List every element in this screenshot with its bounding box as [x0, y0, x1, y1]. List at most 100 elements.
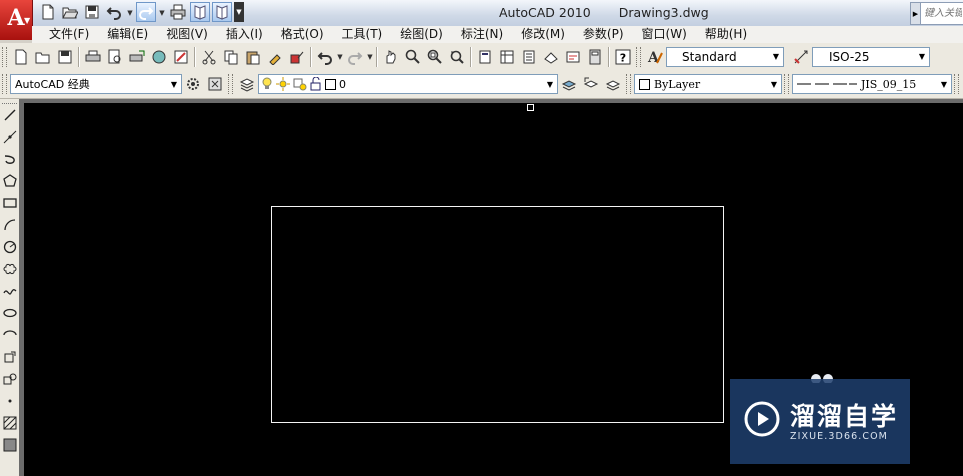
document-name: Drawing3.dwg	[618, 5, 709, 20]
sheet-set-manager-icon[interactable]	[540, 46, 562, 68]
properties-icon[interactable]	[474, 46, 496, 68]
publish-icon[interactable]	[126, 46, 148, 68]
ellipse-icon[interactable]	[0, 302, 19, 324]
dimension-style-icon[interactable]	[790, 46, 812, 68]
undo-icon[interactable]	[104, 2, 124, 22]
menu-help[interactable]: 帮助(H)	[696, 26, 756, 43]
chevron-down-icon: ▼	[170, 79, 178, 89]
save-icon[interactable]	[54, 46, 76, 68]
toolbar-grip[interactable]	[2, 46, 7, 67]
spline-icon[interactable]	[0, 280, 19, 302]
menu-parametric[interactable]: 参数(P)	[574, 26, 633, 43]
save-icon[interactable]	[82, 2, 102, 22]
menu-insert[interactable]: 插入(I)	[217, 26, 272, 43]
workspace-settings-icon[interactable]	[182, 73, 204, 95]
toolbar-grip[interactable]	[954, 74, 959, 94]
workspace-select[interactable]: AutoCAD 经典 ▼	[10, 74, 182, 94]
point-icon[interactable]	[0, 390, 19, 412]
line-icon[interactable]	[0, 104, 19, 126]
undo-icon[interactable]	[314, 46, 336, 68]
match-properties-icon[interactable]	[264, 46, 286, 68]
zoom-window-icon[interactable]	[424, 46, 446, 68]
layer-states-icon[interactable]	[602, 73, 624, 95]
circle-icon[interactable]	[0, 236, 19, 258]
redo-icon[interactable]	[136, 2, 156, 22]
sheet-set-2-icon[interactable]	[212, 2, 232, 22]
cut-icon[interactable]	[198, 46, 220, 68]
application-menu-button[interactable]: A ▼	[0, 0, 33, 40]
dimension-style-value: ISO-25	[829, 49, 870, 64]
ellipse-arc-icon[interactable]	[0, 324, 19, 346]
hatch-icon[interactable]	[0, 412, 19, 434]
new-icon[interactable]	[10, 46, 32, 68]
color-swatch	[639, 78, 650, 90]
menu-tools[interactable]: 工具(T)	[333, 26, 392, 43]
tool-palettes-icon[interactable]	[518, 46, 540, 68]
toolbar-grip[interactable]	[2, 74, 7, 94]
help-icon[interactable]: ?	[612, 46, 634, 68]
search-input[interactable]	[921, 7, 963, 20]
3d-print-icon[interactable]	[148, 46, 170, 68]
arc-icon[interactable]	[0, 214, 19, 236]
toolbar-grip[interactable]	[626, 74, 631, 94]
separator	[470, 46, 472, 67]
construction-line-icon[interactable]	[0, 126, 19, 148]
menu-file[interactable]: 文件(F)	[32, 26, 98, 43]
polyline-icon[interactable]	[0, 148, 19, 170]
make-block-icon[interactable]	[0, 368, 19, 390]
pan-icon[interactable]	[380, 46, 402, 68]
design-center-icon[interactable]	[496, 46, 518, 68]
text-style-select[interactable]: Standard ▼	[666, 46, 784, 67]
markup-set-manager-icon[interactable]	[562, 46, 584, 68]
customize-icon[interactable]	[204, 73, 226, 95]
rectangle-icon[interactable]	[0, 192, 19, 214]
sheet-set-icon[interactable]	[190, 2, 210, 22]
undo-dropdown-icon[interactable]: ▼	[336, 53, 344, 61]
drawn-rectangle[interactable]	[271, 206, 724, 423]
polygon-icon[interactable]	[0, 170, 19, 192]
menu-modify[interactable]: 修改(M)	[512, 26, 574, 43]
menu-window[interactable]: 窗口(W)	[633, 26, 696, 43]
quickcalc-icon[interactable]	[584, 46, 606, 68]
layer-previous-icon[interactable]	[580, 73, 602, 95]
qat-customize-icon[interactable]: ▼	[234, 2, 244, 22]
toolbar-grip[interactable]	[228, 74, 233, 94]
menu-draw[interactable]: 绘图(D)	[391, 26, 452, 43]
insert-block-icon[interactable]	[0, 346, 19, 368]
dimension-style-select[interactable]: ISO-25 ▼	[812, 46, 930, 67]
linetype-select[interactable]: JIS_09_15 ▼	[792, 74, 952, 94]
toolbar-grip[interactable]	[784, 74, 789, 94]
color-select[interactable]: ByLayer ▼	[634, 74, 782, 94]
redo-dropdown-icon[interactable]: ▼	[158, 2, 166, 24]
copy-icon[interactable]	[220, 46, 242, 68]
paste-icon[interactable]	[242, 46, 264, 68]
redo-dropdown-icon[interactable]: ▼	[366, 53, 374, 61]
markup-icon[interactable]	[170, 46, 192, 68]
block-editor-icon[interactable]	[286, 46, 308, 68]
toolbar-grip[interactable]	[636, 46, 641, 67]
new-icon[interactable]	[38, 2, 58, 22]
plot-icon[interactable]	[82, 46, 104, 68]
zoom-realtime-icon[interactable]	[402, 46, 424, 68]
menu-edit[interactable]: 编辑(E)	[98, 26, 157, 43]
expand-arrow-icon[interactable]: ▶	[911, 3, 921, 24]
layer-properties-icon[interactable]	[236, 73, 258, 95]
layer-select[interactable]: 0 ▼	[258, 74, 558, 94]
revision-cloud-icon[interactable]	[0, 258, 19, 280]
menu-format[interactable]: 格式(O)	[272, 26, 333, 43]
zoom-previous-icon[interactable]	[446, 46, 468, 68]
open-icon[interactable]	[32, 46, 54, 68]
plot-icon[interactable]	[168, 2, 188, 22]
text-style-icon[interactable]: A	[644, 46, 666, 68]
plot-preview-icon[interactable]	[104, 46, 126, 68]
make-object-layer-current-icon[interactable]	[558, 73, 580, 95]
menu-dimension[interactable]: 标注(N)	[452, 26, 512, 43]
crosshair-pickbox	[527, 104, 534, 111]
viewport-freeze-icon	[293, 78, 307, 91]
undo-dropdown-icon[interactable]: ▼	[126, 2, 134, 24]
menu-view[interactable]: 视图(V)	[157, 26, 217, 43]
gradient-icon[interactable]	[0, 434, 19, 456]
redo-icon[interactable]	[344, 46, 366, 68]
separator	[376, 46, 378, 67]
open-icon[interactable]	[60, 2, 80, 22]
